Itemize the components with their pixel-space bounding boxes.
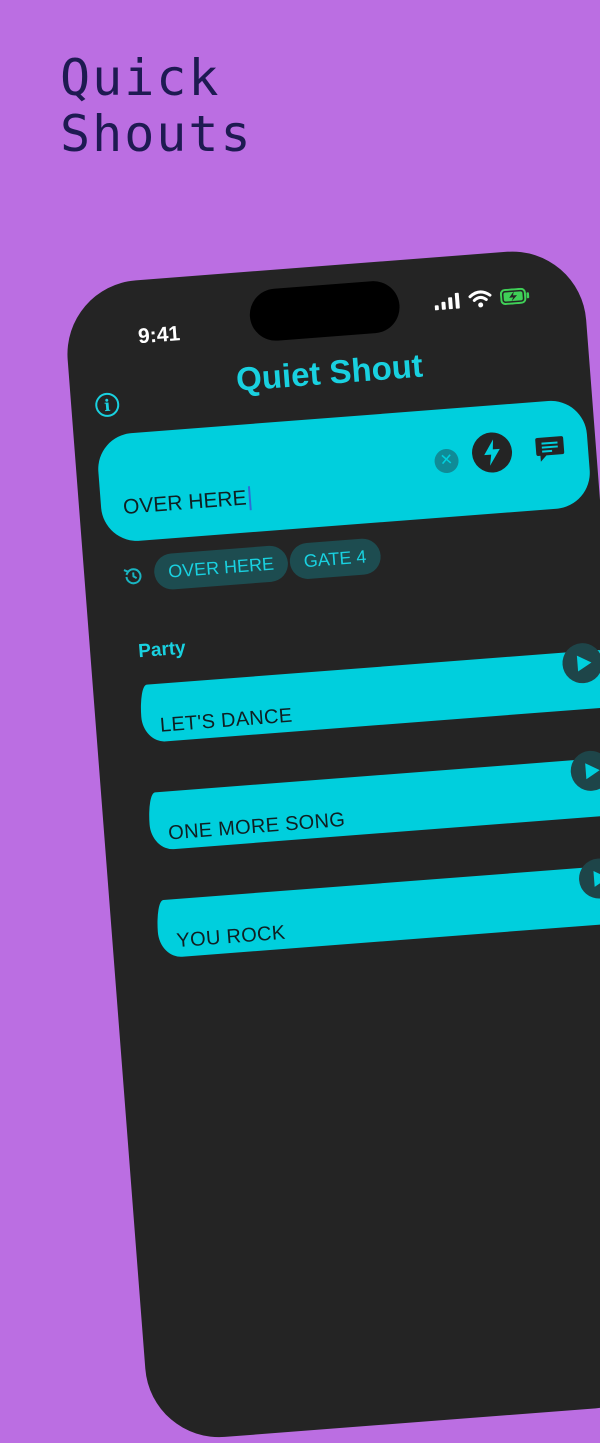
shout-label: ONE MORE SONG (167, 808, 346, 845)
message-bubble-button[interactable] (533, 432, 567, 466)
status-time: 9:41 (137, 322, 181, 349)
history-chip-gate-4[interactable]: GATE 4 (288, 537, 382, 581)
phone-screen: 9:41 Quiet Shout i OVER HERE ✕ OVER HERE… (62, 246, 600, 1443)
history-icon (122, 565, 146, 594)
play-button[interactable] (569, 749, 600, 793)
lightning-bolt-button[interactable] (470, 431, 514, 474)
text-caret (247, 486, 252, 511)
message-bubble-icon (535, 436, 565, 462)
dynamic-island (247, 279, 402, 343)
shout-row-you-rock[interactable]: YOU ROCK (155, 857, 600, 959)
battery-charging-icon (499, 287, 532, 310)
shout-input[interactable]: OVER HERE (122, 486, 252, 520)
shout-input-value: OVER HERE (122, 486, 248, 519)
section-title-party: Party (137, 637, 187, 663)
play-icon (584, 763, 600, 780)
play-icon (576, 655, 591, 672)
lightning-bolt-icon (484, 439, 500, 466)
clear-icon[interactable]: ✕ (433, 448, 460, 474)
shout-row-one-more-song[interactable]: ONE MORE SONG (147, 749, 600, 851)
promo-line-1: Quick (60, 49, 221, 107)
promo-line-2: Shouts (60, 105, 253, 163)
shout-input-card[interactable]: OVER HERE ✕ (95, 398, 593, 544)
shout-label: LET'S DANCE (159, 704, 294, 737)
shout-label: YOU ROCK (175, 921, 287, 953)
history-chip-over-here[interactable]: OVER HERE (152, 544, 290, 591)
wifi-icon (468, 289, 494, 314)
promo-headline: Quick Shouts (60, 50, 253, 162)
shout-row-lets-dance[interactable]: LET'S DANCE (138, 641, 600, 744)
play-button[interactable] (577, 857, 600, 901)
status-icons (434, 286, 531, 316)
cellular-signal-icon (434, 292, 462, 316)
play-button[interactable] (560, 641, 600, 685)
play-icon (592, 870, 600, 887)
